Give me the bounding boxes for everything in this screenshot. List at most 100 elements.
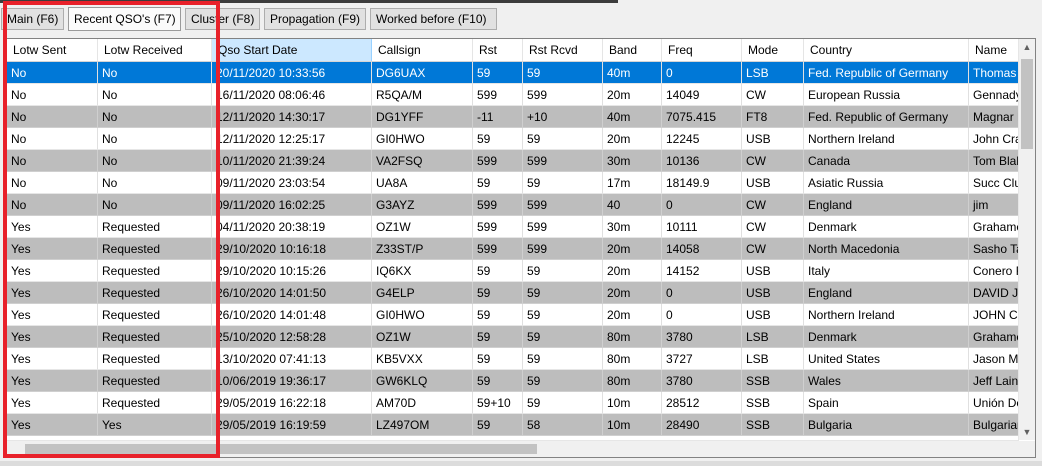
cell-lotw-received[interactable]: No bbox=[98, 128, 212, 150]
cell-freq[interactable]: 28512 bbox=[662, 392, 742, 414]
cell-freq[interactable]: 3727 bbox=[662, 348, 742, 370]
cell-qso-start-date[interactable]: 04/11/2020 20:38:19 bbox=[212, 216, 372, 238]
cell-name[interactable]: John Cra bbox=[969, 128, 1019, 150]
cell-name[interactable]: jim bbox=[969, 194, 1019, 216]
cell-lotw-received[interactable]: Requested bbox=[98, 216, 212, 238]
horizontal-scroll-thumb[interactable] bbox=[25, 444, 537, 454]
cell-mode[interactable]: SSB bbox=[742, 414, 804, 436]
cell-name[interactable]: Thomas bbox=[969, 62, 1019, 84]
cell-qso-start-date[interactable]: 29/10/2020 10:15:26 bbox=[212, 260, 372, 282]
cell-country[interactable]: Northern Ireland bbox=[804, 304, 969, 326]
horizontal-scrollbar[interactable] bbox=[7, 440, 1019, 457]
chevron-up-icon[interactable]: ▲ bbox=[1019, 39, 1035, 55]
cell-lotw-sent[interactable]: Yes bbox=[7, 238, 98, 260]
cell-lotw-sent[interactable]: No bbox=[7, 128, 98, 150]
cell-lotw-received[interactable]: No bbox=[98, 106, 212, 128]
cell-mode[interactable]: USB bbox=[742, 128, 804, 150]
column-header-qso-start-date[interactable]: Qso Start Date bbox=[212, 39, 372, 61]
cell-rst[interactable]: 59 bbox=[473, 282, 523, 304]
table-row[interactable]: Yes Requested 29/05/2019 16:22:18 AM70D 59+1… bbox=[7, 392, 1019, 414]
cell-mode[interactable]: USB bbox=[742, 282, 804, 304]
cell-mode[interactable]: USB bbox=[742, 172, 804, 194]
cell-qso-start-date[interactable]: 09/11/2020 16:02:25 bbox=[212, 194, 372, 216]
cell-country[interactable]: North Macedonia bbox=[804, 238, 969, 260]
table-row[interactable]: Yes Requested 13/10/2020 07:41:13 KB5VXX 59 5… bbox=[7, 348, 1019, 370]
cell-country[interactable]: Asiatic Russia bbox=[804, 172, 969, 194]
cell-rst[interactable]: 599 bbox=[473, 150, 523, 172]
cell-country[interactable]: Denmark bbox=[804, 326, 969, 348]
column-header-callsign[interactable]: Callsign bbox=[372, 39, 473, 61]
cell-qso-start-date[interactable]: 13/10/2020 07:41:13 bbox=[212, 348, 372, 370]
cell-callsign[interactable]: OZ1W bbox=[372, 326, 473, 348]
cell-lotw-sent[interactable]: No bbox=[7, 150, 98, 172]
cell-rst-rcvd[interactable]: 599 bbox=[523, 216, 603, 238]
cell-band[interactable]: 20m bbox=[603, 260, 662, 282]
tab-recent-qsos[interactable]: Recent QSO's (F7) bbox=[68, 7, 181, 31]
cell-lotw-sent[interactable]: No bbox=[7, 106, 98, 128]
cell-band[interactable]: 40m bbox=[603, 62, 662, 84]
cell-rst-rcvd[interactable]: 59 bbox=[523, 62, 603, 84]
table-row[interactable]: Yes Requested 10/06/2019 19:36:17 GW6KLQ 59 5… bbox=[7, 370, 1019, 392]
cell-name[interactable]: Jeff Lain bbox=[969, 370, 1019, 392]
column-header-country[interactable]: Country bbox=[804, 39, 969, 61]
cell-lotw-sent[interactable]: Yes bbox=[7, 304, 98, 326]
cell-rst-rcvd[interactable]: 599 bbox=[523, 238, 603, 260]
cell-freq[interactable]: 14058 bbox=[662, 238, 742, 260]
tab-propagation[interactable]: Propagation (F9) bbox=[264, 8, 366, 30]
cell-qso-start-date[interactable]: 10/11/2020 21:39:24 bbox=[212, 150, 372, 172]
cell-name[interactable]: JOHN CR bbox=[969, 304, 1019, 326]
cell-lotw-sent[interactable]: Yes bbox=[7, 282, 98, 304]
table-row[interactable]: No No 09/11/2020 16:02:25 G3AYZ 599 599 40 0 CW E… bbox=[7, 194, 1019, 216]
cell-freq[interactable]: 0 bbox=[662, 304, 742, 326]
cell-freq[interactable]: 18149.9 bbox=[662, 172, 742, 194]
cell-callsign[interactable]: IQ6KX bbox=[372, 260, 473, 282]
column-header-rst-rcvd[interactable]: Rst Rcvd bbox=[523, 39, 603, 61]
vertical-scrollbar[interactable]: ▲ ▼ bbox=[1018, 39, 1035, 440]
cell-qso-start-date[interactable]: 12/11/2020 12:25:17 bbox=[212, 128, 372, 150]
cell-band[interactable]: 80m bbox=[603, 326, 662, 348]
cell-rst[interactable]: 59 bbox=[473, 172, 523, 194]
column-header-band[interactable]: Band bbox=[603, 39, 662, 61]
cell-name[interactable]: Jason M bbox=[969, 348, 1019, 370]
cell-freq[interactable]: 7075.415 bbox=[662, 106, 742, 128]
cell-callsign[interactable]: GW6KLQ bbox=[372, 370, 473, 392]
cell-lotw-sent[interactable]: No bbox=[7, 194, 98, 216]
cell-country[interactable]: Northern Ireland bbox=[804, 128, 969, 150]
cell-mode[interactable]: CW bbox=[742, 84, 804, 106]
cell-callsign[interactable]: KB5VXX bbox=[372, 348, 473, 370]
table-row[interactable]: Yes Requested 26/10/2020 14:01:50 G4ELP 59 59… bbox=[7, 282, 1019, 304]
cell-lotw-received[interactable]: Requested bbox=[98, 238, 212, 260]
cell-callsign[interactable]: LZ497OM bbox=[372, 414, 473, 436]
cell-lotw-received[interactable]: Requested bbox=[98, 348, 212, 370]
cell-lotw-sent[interactable]: Yes bbox=[7, 216, 98, 238]
cell-mode[interactable]: SSB bbox=[742, 370, 804, 392]
cell-lotw-sent[interactable]: No bbox=[7, 84, 98, 106]
cell-lotw-received[interactable]: No bbox=[98, 84, 212, 106]
cell-callsign[interactable]: GI0HWO bbox=[372, 304, 473, 326]
cell-name[interactable]: Gennady bbox=[969, 84, 1019, 106]
column-header-lotw-sent[interactable]: Lotw Sent bbox=[7, 39, 98, 61]
cell-lotw-received[interactable]: Yes bbox=[98, 414, 212, 436]
cell-rst[interactable]: 59 bbox=[473, 304, 523, 326]
cell-rst-rcvd[interactable]: 58 bbox=[523, 414, 603, 436]
cell-callsign[interactable]: R5QA/M bbox=[372, 84, 473, 106]
cell-rst[interactable]: 599 bbox=[473, 84, 523, 106]
tab-main[interactable]: Main (F6) bbox=[1, 8, 64, 30]
cell-country[interactable]: Wales bbox=[804, 370, 969, 392]
table-row[interactable]: Yes Requested 29/10/2020 10:15:26 IQ6KX 59 59… bbox=[7, 260, 1019, 282]
cell-freq[interactable]: 14049 bbox=[662, 84, 742, 106]
cell-callsign[interactable]: G4ELP bbox=[372, 282, 473, 304]
cell-rst-rcvd[interactable]: 59 bbox=[523, 172, 603, 194]
cell-country[interactable]: United States bbox=[804, 348, 969, 370]
column-header-lotw-received[interactable]: Lotw Received bbox=[98, 39, 212, 61]
cell-freq[interactable]: 10111 bbox=[662, 216, 742, 238]
cell-lotw-received[interactable]: No bbox=[98, 62, 212, 84]
cell-mode[interactable]: LSB bbox=[742, 62, 804, 84]
cell-lotw-received[interactable]: No bbox=[98, 172, 212, 194]
cell-country[interactable]: European Russia bbox=[804, 84, 969, 106]
cell-freq[interactable]: 0 bbox=[662, 282, 742, 304]
cell-rst[interactable]: 59 bbox=[473, 260, 523, 282]
cell-rst-rcvd[interactable]: 59 bbox=[523, 260, 603, 282]
cell-country[interactable]: Bulgaria bbox=[804, 414, 969, 436]
table-row[interactable]: No No 20/11/2020 10:33:56 DG6UAX 59 59 40m 0 LSB… bbox=[7, 62, 1019, 84]
